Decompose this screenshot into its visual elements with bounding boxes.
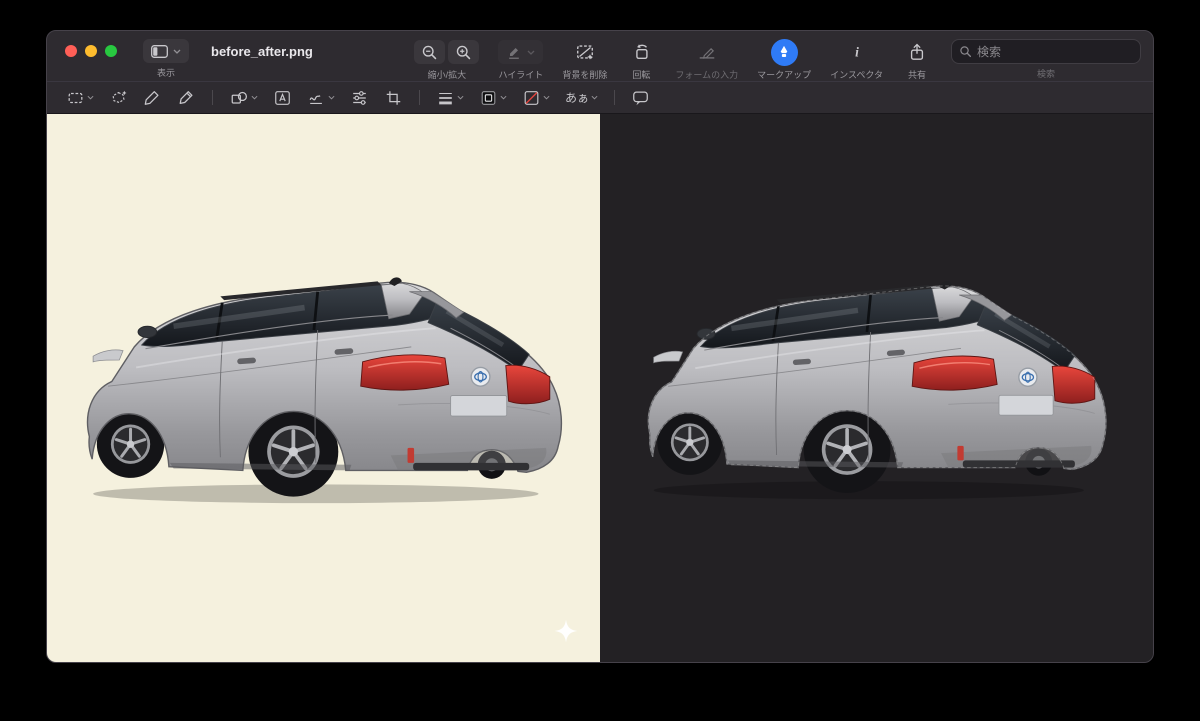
search-input[interactable] (977, 44, 1133, 59)
view-group: 表示 (143, 39, 189, 79)
chevron-down-icon (500, 95, 507, 100)
highlight-group: ハイライト (498, 39, 544, 81)
rotate-caption: 回転 (632, 70, 651, 80)
zoom-out-button[interactable] (414, 40, 446, 64)
sketch-pencil-icon (144, 90, 159, 105)
share-caption: 共有 (907, 70, 926, 80)
crop-icon (386, 90, 401, 105)
remove-background-caption: 背景を削除 (562, 70, 608, 80)
chevron-down-icon (251, 95, 258, 100)
selection-tool-button[interactable] (63, 86, 97, 110)
chevron-down-icon (591, 95, 598, 100)
form-fill-button[interactable] (692, 40, 722, 64)
selection-rect-icon (68, 92, 83, 103)
annotate-bubble-button[interactable] (628, 86, 653, 110)
divider (419, 90, 420, 105)
sketch-tool-button[interactable] (140, 86, 165, 110)
markup-group: マークアップ (757, 38, 812, 81)
border-color-swatch-icon (481, 90, 496, 105)
smart-lasso-button[interactable] (106, 86, 131, 110)
sign-tool-button[interactable] (304, 86, 338, 110)
share-icon (910, 43, 924, 60)
shapes-icon (231, 91, 248, 104)
chevron-down-icon (328, 95, 335, 100)
inspector-caption: インスペクタ (830, 70, 883, 80)
remove-background-button[interactable] (570, 40, 600, 64)
share-group: 共有 (902, 39, 932, 81)
highlight-button[interactable] (498, 40, 544, 64)
inspector-button[interactable]: i (842, 40, 872, 64)
smart-lasso-icon (112, 90, 127, 103)
chevron-down-icon (87, 95, 94, 100)
zoom-window-button[interactable] (105, 45, 117, 57)
text-style-picker[interactable]: あぁ (562, 86, 601, 110)
document-canvas (47, 114, 1153, 662)
remove-background-group: 背景を削除 (562, 39, 607, 81)
speech-bubble-icon (633, 91, 648, 105)
magnifier-plus-icon (457, 45, 471, 59)
window-title: before_after.png (211, 44, 313, 59)
info-icon: i (855, 45, 859, 60)
highlight-caption: ハイライト (498, 70, 544, 80)
rotate-left-icon (636, 44, 648, 60)
form-fill-icon (699, 47, 715, 59)
close-window-button[interactable] (65, 45, 77, 57)
fill-color-picker[interactable] (519, 86, 553, 110)
sparkle-icon (554, 619, 578, 643)
zoom-in-button[interactable] (448, 40, 480, 64)
search-caption: 検索 (1036, 69, 1055, 79)
share-button[interactable] (902, 40, 932, 64)
rotate-group: 回転 (626, 39, 656, 81)
image-before-pane[interactable] (47, 114, 600, 662)
titlebar: 表示 before_after.png 縮小/拡大 ハイライト 背景を削除 回転… (47, 31, 1153, 81)
svg-text:i: i (855, 45, 859, 60)
markup-toolbar: あぁ (47, 81, 1153, 114)
divider (212, 90, 213, 105)
chevron-down-icon (457, 95, 464, 100)
sidebar-view-button[interactable] (143, 39, 189, 63)
search-field[interactable] (951, 39, 1141, 64)
border-color-picker[interactable] (476, 86, 510, 110)
car-image-before (80, 272, 567, 506)
signature-icon (309, 94, 322, 104)
text-tool-button[interactable] (270, 86, 295, 110)
minimize-window-button[interactable] (85, 45, 97, 57)
divider (614, 90, 616, 105)
zoom-caption: 縮小/拡大 (427, 70, 467, 80)
sliders-icon (353, 90, 366, 105)
toolbar-right-cluster: 縮小/拡大 ハイライト 背景を削除 回転 フォームの入力 マークアップ i イン… (414, 38, 1141, 81)
inspector-group: i インスペクタ (830, 39, 883, 81)
draw-tool-button[interactable] (174, 86, 199, 110)
line-style-picker[interactable] (433, 86, 467, 110)
line-weights-icon (439, 92, 452, 104)
view-caption: 表示 (156, 68, 175, 78)
text-box-icon (275, 90, 290, 105)
shapes-tool-button[interactable] (226, 86, 261, 110)
chevron-down-icon (173, 49, 181, 54)
car-image-after (641, 276, 1111, 502)
text-style-label: あぁ (565, 91, 590, 105)
form-fill-group: フォームの入力 (675, 39, 738, 81)
rotate-button[interactable] (626, 40, 656, 64)
traffic-lights (65, 45, 117, 57)
markup-button[interactable] (770, 38, 798, 66)
remove-background-icon (576, 45, 593, 60)
form-fill-caption: フォームの入力 (675, 70, 739, 80)
chevron-down-icon (543, 95, 550, 100)
search-icon (960, 46, 972, 58)
adjust-color-button[interactable] (347, 86, 372, 110)
preview-window: 表示 before_after.png 縮小/拡大 ハイライト 背景を削除 回転… (46, 30, 1154, 663)
magnifier-minus-icon (423, 45, 437, 59)
markup-pen-icon (780, 45, 788, 57)
fill-none-swatch-icon (524, 90, 539, 105)
chevron-down-icon (527, 50, 535, 55)
draw-pen-icon (179, 90, 193, 104)
image-after-pane[interactable] (600, 114, 1153, 662)
search-group: 検索 (951, 39, 1141, 80)
crop-resize-button[interactable] (381, 86, 406, 110)
sidebar-icon (151, 44, 168, 58)
zoom-group: 縮小/拡大 (414, 39, 480, 81)
markup-caption: マークアップ (757, 70, 812, 80)
highlighter-pen-icon (509, 48, 520, 59)
